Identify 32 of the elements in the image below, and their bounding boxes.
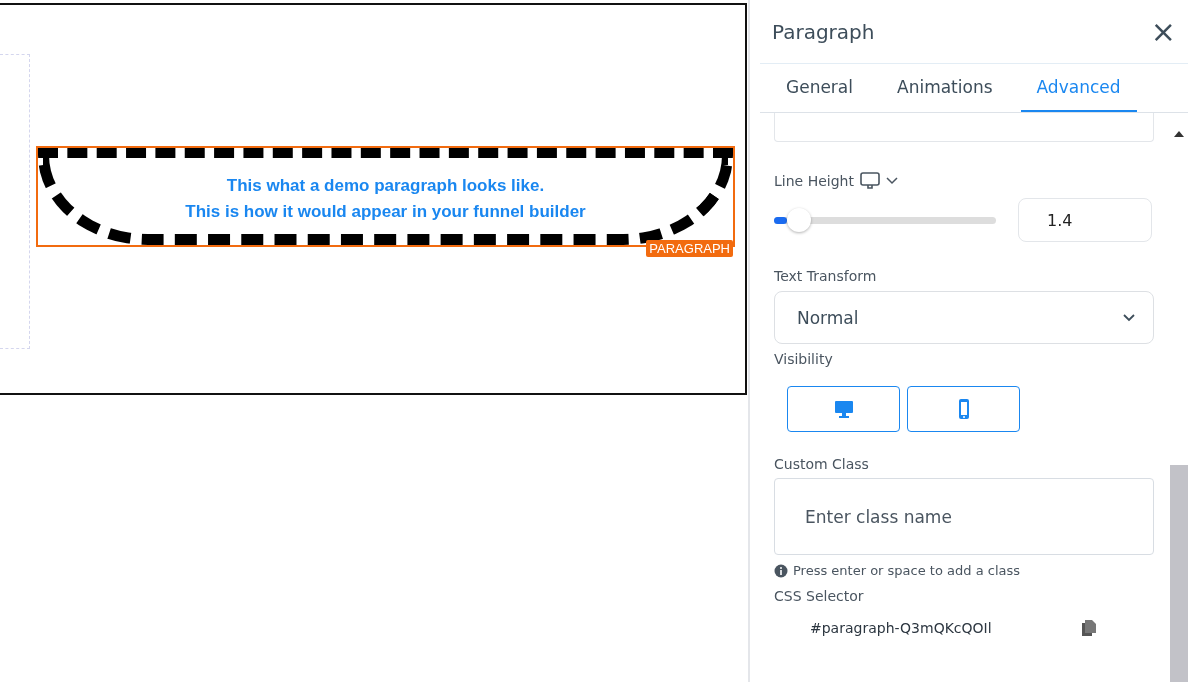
chevron-down-icon (1123, 313, 1135, 322)
field-label: CSS Selector (774, 588, 865, 604)
scrollbar-thumb[interactable] (1170, 465, 1188, 682)
chevron-down-icon[interactable] (885, 177, 898, 185)
field-label: Custom Class (774, 456, 870, 472)
input-field[interactable]: Enter class name (774, 478, 1154, 555)
monitor-icon (832, 398, 855, 420)
tab[interactable]: Animations (881, 64, 1009, 112)
tab[interactable]: General (770, 64, 869, 112)
hint-text: Press enter or space to add a class (793, 563, 1020, 578)
tab[interactable]: Advanced (1020, 64, 1137, 112)
field-label: Visibility (774, 351, 834, 367)
slider-track[interactable] (774, 216, 996, 224)
number-field[interactable]: 1.4 (1018, 198, 1152, 242)
scroll-up-icon[interactable] (1173, 130, 1185, 138)
element-badge: PARAGRAPH (646, 240, 733, 257)
input-field[interactable] (774, 113, 1154, 142)
visibility-button[interactable] (907, 386, 1020, 432)
visibility-button[interactable] (787, 386, 900, 432)
paragraph-text: This is how it would appear in your funnel builder (185, 201, 586, 223)
slider-fill[interactable] (774, 216, 788, 224)
paragraph-text: This what a demo paragraph looks like. (226, 175, 545, 197)
select-field[interactable]: Normal (774, 291, 1154, 344)
close-button[interactable]: × (1150, 16, 1176, 47)
monitor-icon[interactable] (859, 172, 880, 190)
copy-icon[interactable] (1082, 620, 1096, 636)
field-label: Line Height (774, 173, 854, 189)
panel-title: Paragraph (772, 19, 875, 44)
info-icon (774, 563, 788, 578)
css-selector-value: #paragraph-Q3mQKcQOIl (810, 620, 993, 636)
slider-thumb[interactable] (787, 207, 812, 232)
field-label: Text Transform (774, 268, 878, 284)
